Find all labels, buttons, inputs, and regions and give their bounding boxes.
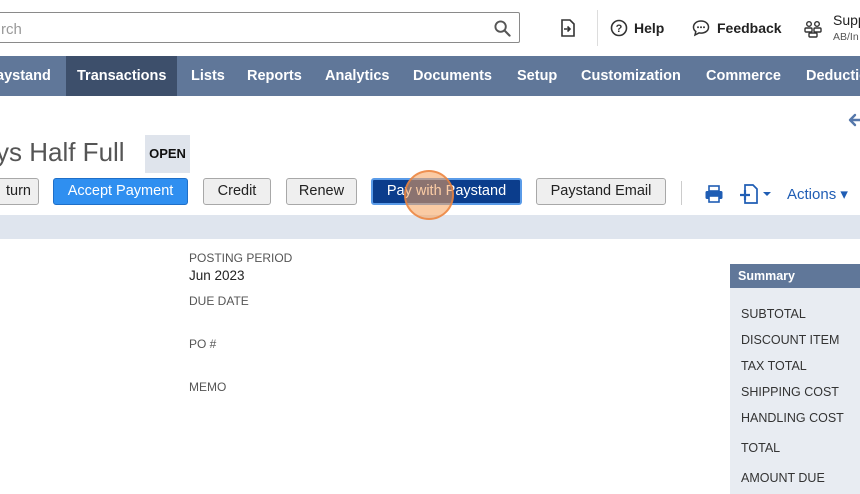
record-title: ys Half Full [0, 137, 125, 167]
print-icon[interactable] [704, 184, 724, 204]
summary-subtotal-label: SUBTOTAL [741, 307, 806, 321]
paystand-email-button[interactable]: Paystand Email [536, 178, 666, 205]
nav-item-documents[interactable]: Documents [413, 56, 492, 96]
shortcut-icon[interactable] [558, 18, 578, 38]
roles-icon [804, 21, 822, 38]
summary-handling-label: HANDLING COST [741, 411, 844, 425]
summary-shipping-label: SHIPPING COST [741, 385, 839, 399]
global-search[interactable] [0, 12, 520, 43]
help-icon: ? [610, 19, 628, 37]
summary-tax-label: TAX TOTAL [741, 359, 807, 373]
actions-menu[interactable]: Actions ▾ [787, 185, 848, 203]
back-arrow-icon[interactable] [848, 112, 860, 128]
feedback-icon [692, 20, 710, 37]
click-indicator [404, 170, 454, 220]
nav-item-deductions[interactable]: Deductio [806, 56, 860, 96]
credit-button[interactable]: Credit [203, 178, 271, 205]
summary-discount-label: DISCOUNT ITEM [741, 333, 840, 347]
nav-item-reports[interactable]: Reports [247, 56, 302, 96]
accept-payment-button[interactable]: Accept Payment [53, 178, 188, 205]
summary-total-label: TOTAL [741, 441, 781, 455]
nav-item-analytics[interactable]: Analytics [325, 56, 389, 96]
add-document-icon[interactable] [739, 183, 773, 205]
nav-item-paystand[interactable]: aystand [0, 56, 51, 96]
posting-period-label: POSTING PERIOD [189, 251, 293, 265]
renew-button[interactable]: Renew [286, 178, 357, 205]
main-nav: aystand Transactions Lists Reports Analy… [0, 56, 860, 96]
nav-item-customization[interactable]: Customization [581, 56, 681, 96]
support-label: Supp [833, 12, 860, 28]
feedback-label: Feedback [717, 20, 782, 36]
support-sublabel: AB/In [833, 31, 859, 43]
nav-item-commerce[interactable]: Commerce [706, 56, 781, 96]
nav-item-lists[interactable]: Lists [191, 56, 225, 96]
header-divider [597, 10, 598, 46]
status-badge: OPEN [145, 135, 190, 173]
search-input[interactable] [0, 17, 473, 41]
toolbar-divider [681, 181, 682, 205]
posting-period-value: Jun 2023 [189, 268, 245, 283]
nav-item-setup[interactable]: Setup [517, 56, 557, 96]
svg-text:?: ? [616, 23, 623, 35]
po-label: PO # [189, 337, 217, 351]
role-switcher[interactable]: Supp AB/In [803, 12, 860, 46]
memo-label: MEMO [189, 380, 227, 394]
nav-item-transactions[interactable]: Transactions [66, 56, 178, 96]
summary-amount-due-label: AMOUNT DUE [741, 471, 825, 485]
summary-panel: Summary SUBTOTAL DISCOUNT ITEM TAX TOTAL… [730, 264, 860, 494]
return-button[interactable]: turn [0, 178, 39, 205]
search-icon[interactable] [494, 20, 511, 37]
help-label: Help [634, 20, 665, 36]
summary-title: Summary [730, 264, 860, 288]
due-date-label: DUE DATE [189, 294, 249, 308]
